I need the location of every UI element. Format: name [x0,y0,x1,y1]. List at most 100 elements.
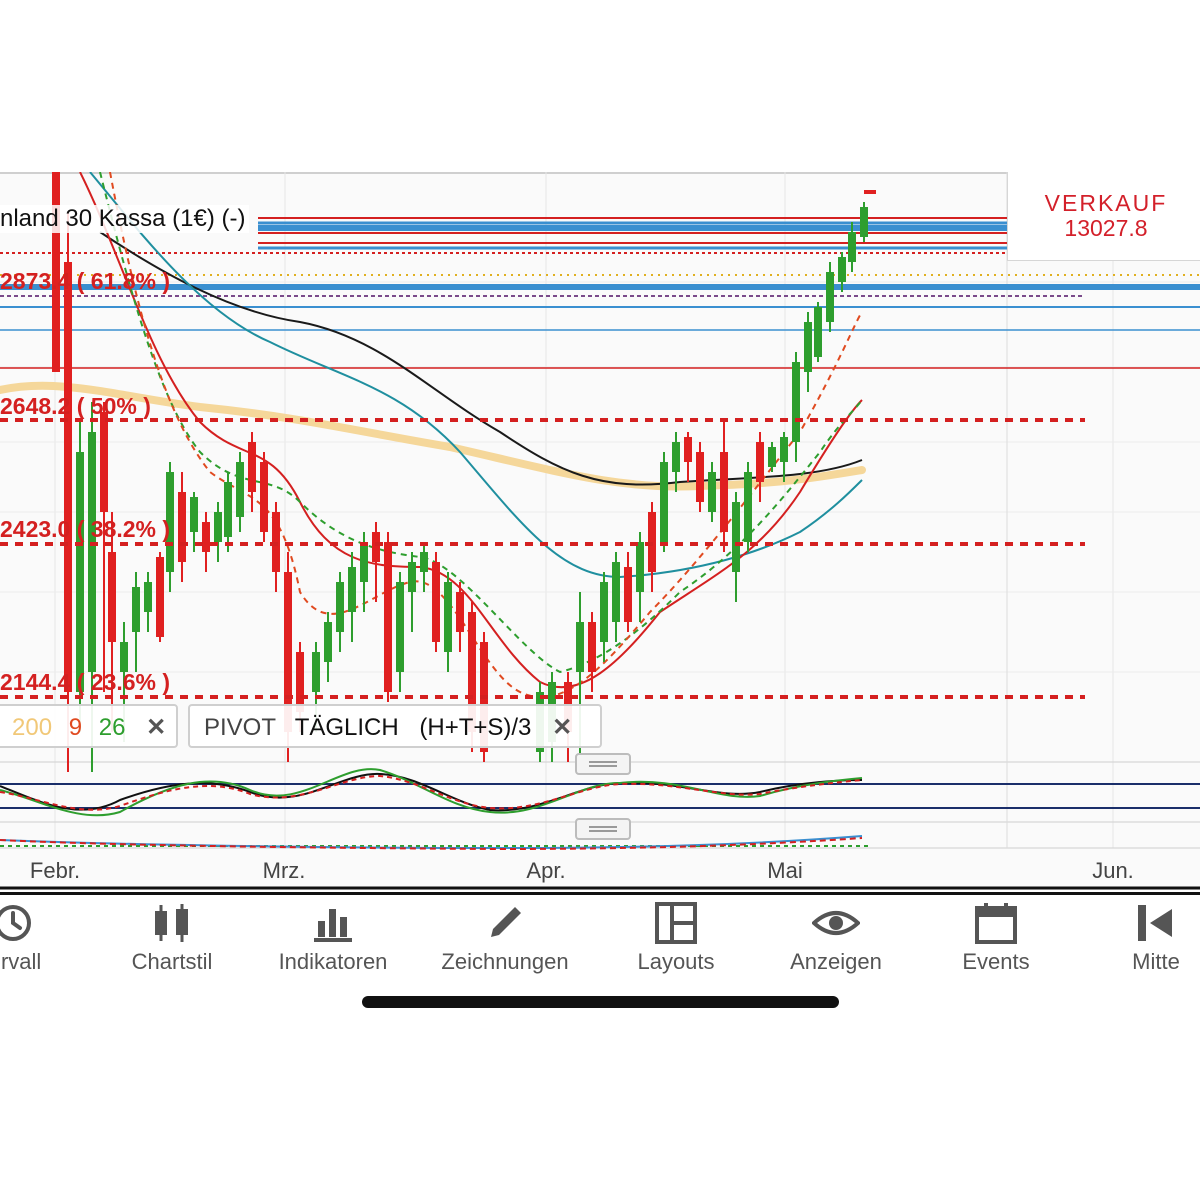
candle-body [144,582,152,612]
tool-label-events: Events [921,949,1071,975]
pencil-icon [483,901,527,945]
bottom-margin [0,1026,1200,1200]
candlestick-icon [150,901,194,945]
x-axis-label-mrz: Mrz. [263,858,306,884]
candle-body [178,492,186,562]
tool-label-anzeigen: Anzeigen [761,949,911,975]
pivot-period: TÄGLICH [295,706,399,750]
candle-body [860,207,868,237]
x-axis-label-mai: Mai [767,858,802,884]
candle-body [792,362,800,442]
candle-body [696,452,704,502]
candle-body [768,447,776,467]
candle-body [156,557,164,637]
ma-indicator-tag[interactable]: 200 9 26 ✕ [0,704,178,748]
candle-body [336,582,344,632]
tool-mitte[interactable]: Mitte [1081,901,1200,975]
ma-value-200: 200 [12,706,52,750]
pivot-formula: (H+T+S)/3 [419,706,531,750]
candle-body [456,592,464,632]
tool-label-interval: ervall [0,949,90,975]
candle-body [814,307,822,357]
candle-body [236,462,244,517]
tool-events[interactable]: Events [921,901,1071,975]
pivot-indicator-tag[interactable]: PIVOT TÄGLICH (H+T+S)/3 ✕ [188,704,602,748]
candle-body [432,562,440,642]
pivot-name: PIVOT [204,706,276,750]
home-indicator[interactable] [362,996,839,1008]
price-chart[interactable] [0,172,1200,890]
candle-body [372,532,380,562]
tool-interval[interactable]: ervall [0,901,90,975]
tool-layouts[interactable]: Layouts [601,901,751,975]
candle-body [88,432,96,672]
last-price-marker [864,190,876,194]
fib-label-50: 2648.2 ( 50% ) [0,393,151,420]
candle-body [636,542,644,592]
tool-label-chartstil: Chartstil [97,949,247,975]
candle-body [756,442,764,482]
candle-body [576,622,584,672]
candle-body [588,622,596,672]
candle-body [804,322,812,372]
candle-body [848,232,856,262]
x-axis-label-apr: Apr. [526,858,565,884]
candle-body [744,472,752,542]
sell-price: 13027.8 [1008,215,1200,242]
candle-body [202,522,210,552]
candle-body [600,582,608,642]
candle-body [396,582,404,672]
volume-resize-handle[interactable] [575,818,631,840]
candle-body [612,562,620,622]
candle-body [838,257,846,282]
candle-body [132,587,140,632]
pivot-close-icon[interactable]: ✕ [552,706,572,750]
candle-body [408,562,416,592]
candle-body [684,437,692,462]
candle-body [660,462,668,542]
tool-label-layouts: Layouts [601,949,751,975]
candle-body [444,582,452,652]
candle-body [296,652,304,712]
fib-label-38: 2423.0 ( 38.2% ) [0,516,170,543]
fib-label-23: 2144.4 ( 23.6% ) [0,669,170,696]
tool-indikatoren[interactable]: Indikatoren [258,901,408,975]
layout-icon [654,901,698,945]
candle-body [360,542,368,582]
candle-body [826,272,834,322]
ma-close-icon[interactable]: ✕ [146,706,166,750]
sell-label: VERKAUF [1008,190,1200,217]
candle-body [108,552,116,642]
center-icon [1134,901,1178,945]
candle-body [348,567,356,612]
candle-body [190,497,198,532]
bottom-toolbar: ervall Chartstil Indikatoren Zeichnungen… [0,892,1200,985]
tool-label-indikatoren: Indikatoren [258,949,408,975]
x-axis-label-febr: Febr. [30,858,80,884]
ma-value-26: 26 [99,706,126,750]
candle-body [780,437,788,462]
tool-label-zeichnungen: Zeichnungen [430,949,580,975]
candle-body [732,502,740,572]
candle-body [248,442,256,492]
bar-chart-icon [311,901,355,945]
tool-anzeigen[interactable]: Anzeigen [761,901,911,975]
tool-chartstil[interactable]: Chartstil [97,901,247,975]
oscillator-resize-handle[interactable] [575,753,631,775]
candle-body [672,442,680,472]
candle-body [312,652,320,692]
candle-body [708,472,716,512]
ma-value-9: 9 [69,706,82,750]
candle-body [720,452,728,532]
candle-body [624,567,632,622]
tool-label-mitte: Mitte [1081,949,1200,975]
chart-area[interactable]: nland 30 Kassa (1€) (-) 2873.4 ( 61.8% )… [0,172,1200,890]
candle-body [214,512,222,542]
candle-body [324,622,332,662]
sell-button[interactable]: VERKAUF 13027.8 [1007,172,1200,261]
candle-body [100,412,108,512]
fib-label-61: 2873.4 ( 61.8% ) [0,268,170,295]
candle-body [260,462,268,532]
candle-body [224,482,232,537]
tool-zeichnungen[interactable]: Zeichnungen [430,901,580,975]
